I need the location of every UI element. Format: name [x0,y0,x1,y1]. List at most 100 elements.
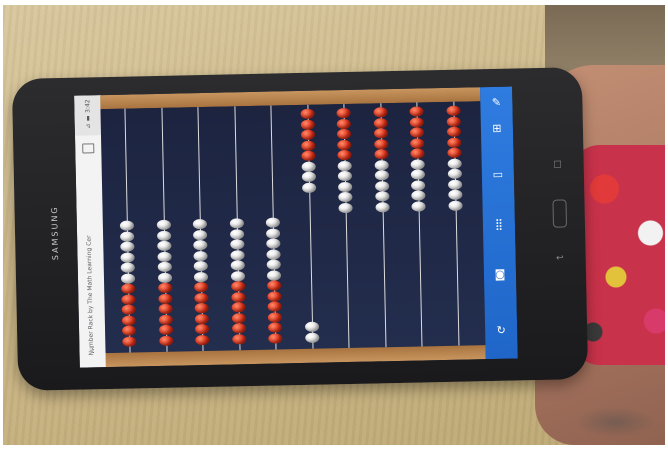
white-bead[interactable] [193,250,208,261]
red-bead[interactable] [409,127,425,138]
white-bead[interactable] [304,332,319,343]
white-bead[interactable] [447,168,462,179]
white-bead[interactable] [157,261,172,272]
back-key[interactable]: ↩ [556,253,564,263]
white-bead[interactable] [266,269,282,281]
white-bead[interactable] [374,201,390,212]
white-bead[interactable] [229,249,245,260]
recent-apps-key[interactable]: □ [553,160,562,170]
white-bead[interactable] [192,218,207,230]
red-bead[interactable] [299,108,315,119]
white-bead[interactable] [230,260,245,271]
red-bead[interactable] [409,106,424,117]
red-bead[interactable] [300,119,315,130]
home-button[interactable] [552,199,568,228]
white-bead[interactable] [447,158,462,169]
red-bead[interactable] [231,302,246,313]
white-bead[interactable] [156,240,171,252]
red-bead[interactable] [231,323,246,334]
white-bead[interactable] [120,230,135,242]
white-bead[interactable] [410,169,425,180]
white-bead[interactable] [374,159,389,170]
red-bead[interactable] [194,292,209,303]
camera-icon[interactable]: ◙ [492,267,508,283]
red-bead[interactable] [446,126,461,137]
red-bead[interactable] [230,291,246,302]
red-bead[interactable] [230,281,245,292]
red-bead[interactable] [121,325,137,336]
white-bead[interactable] [411,179,426,191]
red-bead[interactable] [446,147,462,158]
white-bead[interactable] [193,239,208,251]
red-bead[interactable] [337,139,352,150]
white-bead[interactable] [447,200,463,211]
red-bead[interactable] [267,280,282,291]
white-bead[interactable] [229,239,244,250]
refresh-icon[interactable]: ↻ [493,323,509,339]
red-bead[interactable] [300,150,316,161]
red-bead[interactable] [373,128,388,139]
red-bead[interactable] [157,282,172,293]
white-bead[interactable] [156,219,171,231]
white-bead[interactable] [229,228,244,239]
red-bead[interactable] [336,107,351,119]
white-bead[interactable] [410,158,425,170]
red-bead[interactable] [373,149,389,160]
red-bead[interactable] [267,290,282,302]
red-bead[interactable] [409,116,424,128]
red-bead[interactable] [194,281,209,293]
white-bead[interactable] [338,202,353,213]
red-bead[interactable] [158,335,173,346]
white-bead[interactable] [447,189,462,200]
white-bead[interactable] [119,220,134,231]
red-bead[interactable] [194,302,209,314]
red-bead[interactable] [373,117,388,128]
red-bead[interactable] [410,148,425,159]
white-bead[interactable] [229,218,244,229]
red-bead[interactable] [158,314,173,325]
red-bead[interactable] [267,311,282,323]
red-bead[interactable] [267,301,282,312]
white-bead[interactable] [411,190,426,201]
white-bead[interactable] [266,259,281,270]
white-bead[interactable] [337,170,353,182]
red-bead[interactable] [194,313,209,324]
red-bead[interactable] [121,304,136,315]
monitor-icon[interactable]: ▭ [490,167,506,183]
red-bead[interactable] [267,322,283,333]
white-bead[interactable] [120,251,135,263]
red-bead[interactable] [121,314,136,326]
red-bead[interactable] [337,149,352,161]
white-bead[interactable] [304,321,319,332]
white-bead[interactable] [338,191,353,203]
red-bead[interactable] [158,324,173,335]
red-bead[interactable] [300,140,315,151]
white-bead[interactable] [192,229,208,240]
white-bead[interactable] [374,170,389,181]
white-bead[interactable] [265,217,280,228]
red-bead[interactable] [157,293,173,304]
red-bead[interactable] [195,334,210,345]
red-bead[interactable] [373,138,388,149]
red-bead[interactable] [410,137,425,149]
white-bead[interactable] [411,200,426,212]
red-bead[interactable] [121,293,136,305]
white-bead[interactable] [156,251,172,262]
red-bead[interactable] [445,105,461,116]
white-bead[interactable] [301,171,316,182]
red-bead[interactable] [268,332,283,344]
red-bead[interactable] [194,323,210,335]
white-bead[interactable] [193,271,209,282]
red-bead[interactable] [446,137,461,148]
white-bead[interactable] [230,270,245,281]
red-bead[interactable] [372,107,388,118]
menu-icon[interactable]: ⋮ [89,345,97,354]
red-bead[interactable] [446,116,461,127]
white-bead[interactable] [120,272,136,284]
white-bead[interactable] [156,230,171,241]
pencil-icon[interactable]: ✎ [488,95,504,111]
white-bead[interactable] [120,241,135,252]
red-bead[interactable] [158,303,173,314]
white-bead[interactable] [337,160,352,171]
white-bead[interactable] [266,238,281,249]
